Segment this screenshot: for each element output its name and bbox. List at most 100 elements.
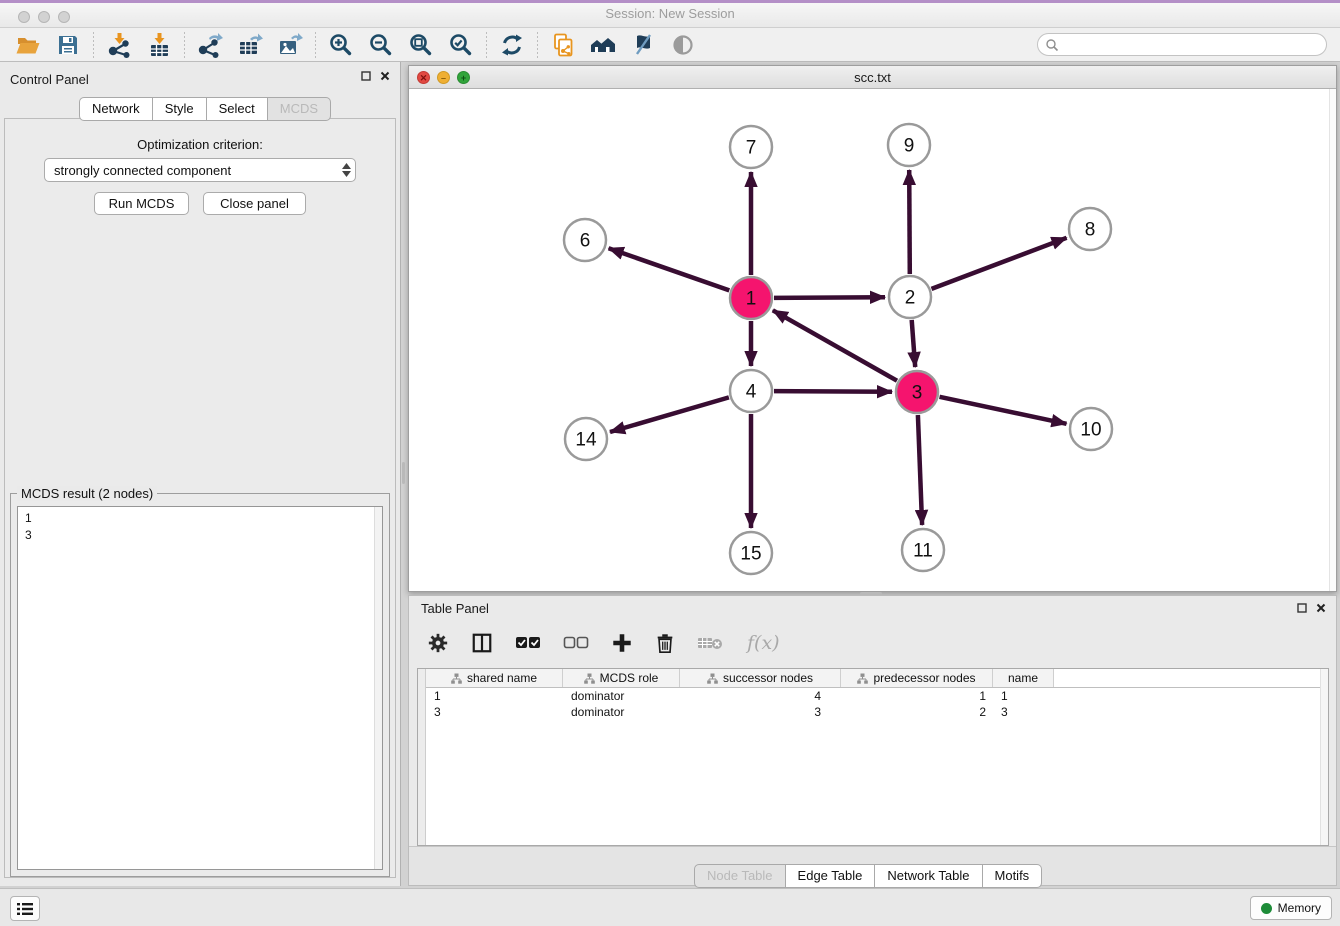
float-panel-icon[interactable]: [1297, 603, 1307, 613]
delete-table-icon: [697, 635, 723, 651]
close-panel-button[interactable]: Close panel: [203, 192, 306, 215]
node-8[interactable]: 8: [1069, 208, 1111, 250]
edge-2-3[interactable]: [912, 320, 916, 367]
tab-mcds[interactable]: MCDS: [268, 97, 331, 121]
search-field[interactable]: [1037, 33, 1327, 56]
export-image-button[interactable]: [270, 30, 310, 60]
tab-network-table[interactable]: Network Table: [875, 864, 982, 888]
tab-select[interactable]: Select: [207, 97, 268, 121]
table-row[interactable]: 3dominator323: [426, 704, 1320, 720]
cell-successor-nodes[interactable]: 3: [680, 704, 841, 720]
add-column-button[interactable]: [611, 632, 633, 654]
cell-MCDS-role[interactable]: dominator: [563, 704, 680, 720]
save-floppy-icon: [55, 32, 81, 58]
cell-MCDS-role[interactable]: dominator: [563, 688, 680, 704]
cell-successor-nodes[interactable]: 4: [680, 688, 841, 704]
column-header-label: name: [1008, 671, 1038, 685]
table-panel-title: Table Panel: [421, 601, 489, 616]
zoom-in-button[interactable]: [321, 30, 361, 60]
search-input[interactable]: [1059, 36, 1326, 54]
float-panel-icon[interactable]: [361, 71, 371, 81]
node-3[interactable]: 3: [896, 371, 938, 413]
export-network-button[interactable]: [190, 30, 230, 60]
cell-predecessor-nodes[interactable]: 1: [841, 688, 993, 704]
node-14[interactable]: 14: [565, 418, 607, 460]
edge-2-8[interactable]: [932, 238, 1067, 289]
edge-3-11[interactable]: [918, 415, 922, 525]
node-11[interactable]: 11: [902, 529, 944, 571]
column-header-successor-nodes[interactable]: successor nodes: [680, 669, 841, 687]
edge-2-9[interactable]: [909, 170, 910, 274]
tab-edge-table[interactable]: Edge Table: [786, 864, 876, 888]
unselect-all-columns-button[interactable]: [563, 636, 589, 650]
criterion-select[interactable]: strongly connected component: [44, 158, 356, 182]
node-4[interactable]: 4: [730, 370, 772, 412]
edge-1-6[interactable]: [609, 248, 730, 290]
network-graph[interactable]: 7 9 6 8 1 2 4 3 14 10 15 11: [409, 89, 1337, 592]
tab-style[interactable]: Style: [153, 97, 207, 121]
split-divider-handle[interactable]: [402, 462, 405, 484]
edge-4-14[interactable]: [610, 397, 729, 432]
refresh-layout-button[interactable]: [492, 30, 532, 60]
node-10[interactable]: 10: [1070, 408, 1112, 450]
criterion-value: strongly connected component: [45, 163, 337, 178]
import-network-button[interactable]: [99, 30, 139, 60]
tab-node-table[interactable]: Node Table: [694, 864, 786, 888]
duplicate-network-button[interactable]: [543, 30, 583, 60]
node-15[interactable]: 15: [730, 532, 772, 574]
column-header-shared-name[interactable]: shared name: [426, 669, 563, 687]
cell-name[interactable]: 1: [993, 688, 1054, 704]
edge-3-1[interactable]: [773, 310, 897, 380]
node-2[interactable]: 2: [889, 276, 931, 318]
node-6[interactable]: 6: [564, 219, 606, 261]
result-scrollbar[interactable]: [374, 507, 382, 869]
cell-predecessor-nodes[interactable]: 2: [841, 704, 993, 720]
node-9[interactable]: 9: [888, 124, 930, 166]
run-mcds-button[interactable]: Run MCDS: [94, 192, 189, 215]
tab-motifs[interactable]: Motifs: [983, 864, 1043, 888]
zoom-fit-button[interactable]: [401, 30, 441, 60]
home-layout-button[interactable]: [583, 30, 623, 60]
toolbar-separator: [184, 32, 185, 58]
select-all-columns-button[interactable]: [515, 636, 541, 650]
close-panel-icon[interactable]: [380, 71, 390, 81]
cell-name[interactable]: 3: [993, 704, 1054, 720]
function-builder-button[interactable]: f(x): [745, 631, 781, 655]
network-window-titlebar[interactable]: ✕ – + scc.txt: [409, 66, 1336, 89]
save-session-button[interactable]: [48, 30, 88, 60]
open-session-button[interactable]: [8, 30, 48, 60]
network-canvas[interactable]: 7 9 6 8 1 2 4 3 14 10 15 11: [409, 89, 1336, 591]
column-header-predecessor-nodes[interactable]: predecessor nodes: [841, 669, 993, 687]
table-scrollbar[interactable]: [1320, 669, 1328, 845]
edge-4-3[interactable]: [774, 391, 892, 392]
show-columns-button[interactable]: [471, 632, 493, 654]
zoom-selected-button[interactable]: [441, 30, 481, 60]
task-history-button[interactable]: [10, 896, 40, 921]
export-image-icon: [277, 32, 303, 58]
network-scrollbar[interactable]: [1329, 89, 1336, 591]
close-panel-icon[interactable]: [1316, 603, 1326, 613]
export-table-button[interactable]: [230, 30, 270, 60]
edge-3-10[interactable]: [940, 397, 1067, 424]
table-options-button[interactable]: [427, 632, 449, 654]
cell-shared-name[interactable]: 1: [426, 688, 563, 704]
delete-columns-button[interactable]: [655, 632, 675, 654]
style-flag-button[interactable]: [623, 30, 663, 60]
node-7[interactable]: 7: [730, 126, 772, 168]
node-label: 8: [1085, 220, 1096, 241]
column-header-name[interactable]: name: [993, 669, 1054, 687]
node-label: 2: [905, 288, 916, 309]
mcds-result-textarea[interactable]: 13: [17, 506, 383, 870]
cell-shared-name[interactable]: 3: [426, 704, 563, 720]
memory-button[interactable]: Memory: [1250, 896, 1332, 920]
node-label: 15: [740, 544, 761, 565]
node-1[interactable]: 1: [730, 277, 772, 319]
column-header-MCDS-role[interactable]: MCDS role: [563, 669, 680, 687]
graphics-details-button[interactable]: [663, 30, 703, 60]
edge-1-2[interactable]: [774, 297, 885, 298]
import-table-button[interactable]: [139, 30, 179, 60]
table-row[interactable]: 1dominator411: [426, 688, 1320, 704]
zoom-out-button[interactable]: [361, 30, 401, 60]
tab-network[interactable]: Network: [79, 97, 153, 121]
delete-table-button[interactable]: [697, 635, 723, 651]
